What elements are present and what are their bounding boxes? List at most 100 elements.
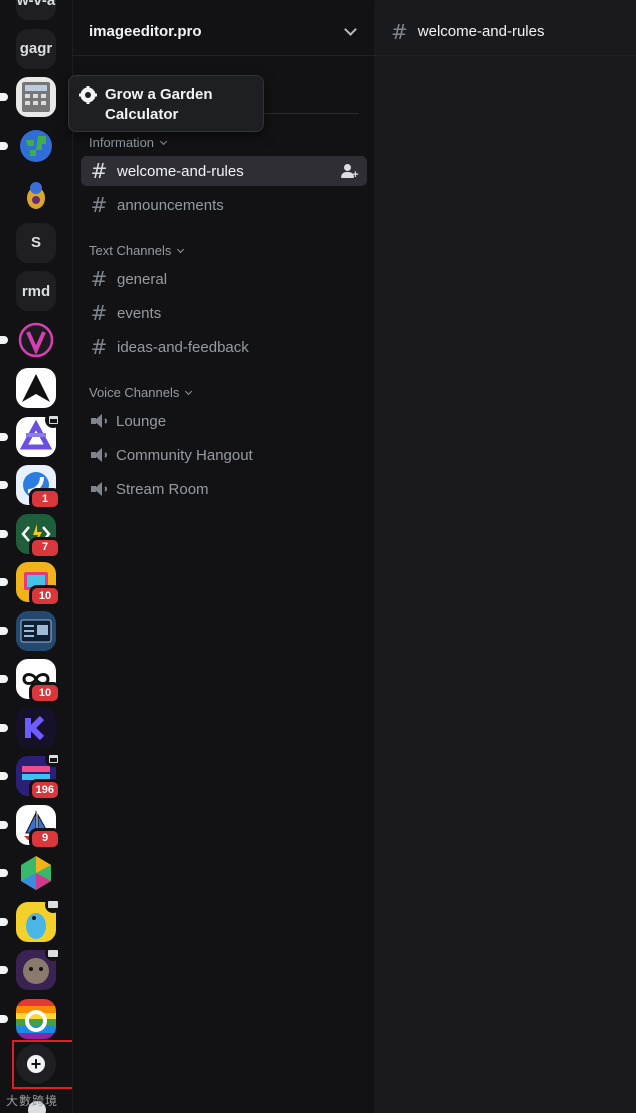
mention-badge: 9	[29, 827, 61, 850]
unread-indicator	[0, 335, 8, 344]
channel-label: events	[117, 304, 162, 322]
server-icon	[16, 319, 56, 360]
server-purple[interactable]	[0, 411, 61, 457]
channel-announcements[interactable]: # announcements	[81, 190, 367, 220]
unread-indicator	[0, 820, 8, 829]
chevron-down-icon	[177, 245, 185, 253]
server-cat[interactable]	[0, 945, 61, 990]
server-calculator[interactable]	[0, 77, 56, 117]
channel-label: announcements	[117, 196, 224, 214]
server-rainbow[interactable]	[0, 998, 56, 1039]
channel-label: Stream Room	[116, 480, 209, 498]
server-infinity[interactable]: 10	[0, 659, 61, 704]
voice-channel-community-hangout[interactable]: Community Hangout	[81, 440, 367, 470]
mention-badge: 7	[29, 536, 61, 559]
mention-badge: 10	[29, 682, 61, 704]
speaker-icon	[90, 481, 108, 497]
voice-channel-stream-room[interactable]: Stream Room	[81, 474, 367, 504]
server-acronym: gagr	[16, 28, 56, 69]
server-rail: w-v-a gagr Srmd 1 7 10 10 196 9 +	[0, 0, 72, 1113]
hashtag-icon: #	[90, 193, 108, 217]
speaker-icon	[90, 413, 108, 429]
hashtag-icon: #	[90, 159, 108, 183]
server-gagr[interactable]: gagr	[16, 28, 56, 69]
category-information[interactable]: Information	[89, 135, 168, 150]
category-voice-channels[interactable]: Voice Channels	[89, 385, 193, 400]
tooltip-line: Grow a Garden	[105, 86, 213, 103]
server-game[interactable]: 196	[0, 751, 61, 801]
category-text-channels[interactable]: Text Channels	[89, 243, 185, 258]
hashtag-icon: #	[90, 267, 108, 291]
unread-indicator	[0, 529, 8, 538]
server-icon	[16, 174, 56, 214]
channel-title: welcome-and-rules	[417, 23, 545, 40]
unread-indicator	[0, 93, 8, 101]
server-v[interactable]	[0, 319, 56, 360]
server-sailboat[interactable]: 9	[0, 804, 61, 850]
unread-indicator	[0, 772, 8, 780]
chevron-down-icon	[344, 22, 357, 36]
server-rmd[interactable]: rmd	[16, 271, 56, 311]
channel-header: # welcome-and-rules	[375, 8, 636, 56]
category-label: Information	[89, 135, 155, 150]
voice-channel-lounge[interactable]: Lounge	[81, 406, 367, 436]
screen-share-icon	[45, 896, 61, 913]
channel-label: Community Hangout	[116, 446, 253, 464]
server-bird[interactable]	[0, 896, 61, 942]
server-arrow[interactable]	[16, 368, 56, 408]
unread-indicator	[0, 869, 8, 877]
hashtag-icon: #	[90, 335, 108, 359]
unread-indicator	[0, 966, 8, 974]
unread-indicator	[0, 626, 8, 635]
channel-welcome-and-rules[interactable]: # welcome-and-rules +	[81, 156, 367, 186]
category-label: Text Channels	[89, 243, 172, 258]
server-acronym: S	[16, 222, 56, 263]
server-acronym: rmd	[16, 271, 56, 311]
chevron-down-icon	[160, 137, 168, 145]
hashtag-icon: #	[90, 301, 108, 325]
server-earth[interactable]	[0, 125, 56, 166]
server-blue-swirl[interactable]: 1	[0, 465, 61, 510]
channel-label: general	[117, 270, 168, 288]
server-tooltip: Grow a Garden Calculator	[68, 75, 264, 132]
watermark: 大數跨境	[6, 1094, 59, 1108]
server-wva[interactable]: w-v-a	[16, 0, 56, 20]
speaker-icon	[90, 447, 108, 463]
unread-indicator	[0, 141, 8, 150]
server-window[interactable]	[0, 610, 56, 651]
channel-events[interactable]: # events	[81, 298, 367, 328]
server-hexagon[interactable]	[0, 853, 56, 893]
mention-badge: 196	[28, 779, 61, 801]
server-icon	[16, 610, 56, 651]
server-code[interactable]: 7	[0, 513, 61, 559]
event-calendar-icon	[45, 411, 61, 428]
server-icon	[16, 77, 56, 117]
unread-indicator	[0, 723, 8, 732]
channel-ideas-and-feedback[interactable]: # ideas-and-feedback	[81, 332, 367, 362]
server-bug[interactable]	[16, 174, 56, 214]
create-invite-icon[interactable]: +	[341, 163, 359, 181]
server-k[interactable]	[0, 707, 56, 748]
channel-label: ideas-and-feedback	[117, 338, 249, 356]
tooltip-line: Calculator	[105, 106, 179, 123]
server-tv[interactable]: 10	[0, 562, 61, 607]
channel-label: welcome-and-rules	[117, 162, 244, 180]
guild-header[interactable]: imageeditor.pro	[73, 8, 375, 56]
channel-label: Lounge	[116, 412, 167, 430]
unread-indicator	[0, 578, 8, 586]
mention-badge: 10	[29, 585, 61, 607]
chat-area: # welcome-and-rules	[375, 0, 636, 1113]
channel-general[interactable]: # general	[81, 264, 367, 294]
unread-indicator	[0, 917, 8, 926]
category-label: Voice Channels	[89, 385, 180, 400]
hashtag-icon: #	[391, 19, 408, 44]
server-icon	[16, 125, 56, 166]
server-icon	[16, 853, 56, 893]
guild-name: imageeditor.pro	[89, 23, 202, 40]
channel-sidebar: imageeditor.pro Information # welcome-an…	[72, 0, 375, 1113]
mention-badge: 1	[29, 488, 61, 510]
server-icon	[16, 368, 56, 408]
screen-share-icon	[45, 945, 61, 961]
unread-indicator	[0, 481, 8, 489]
server-s[interactable]: S	[16, 222, 56, 263]
